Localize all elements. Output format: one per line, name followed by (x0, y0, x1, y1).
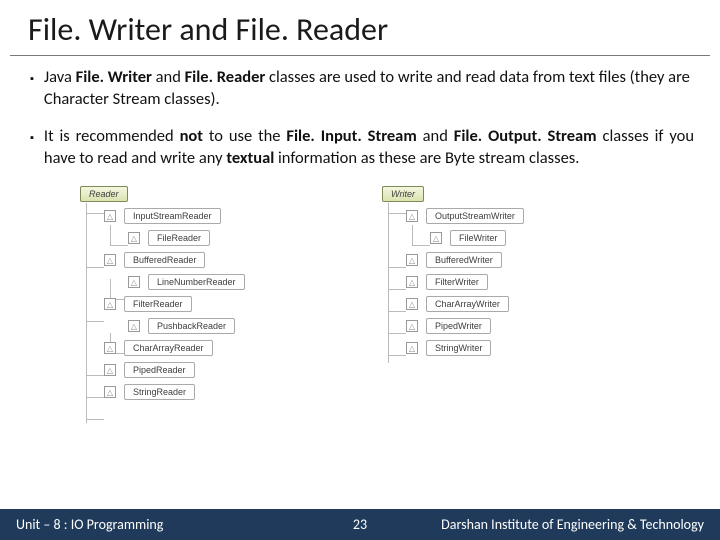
slide-title: File. Writer and File. Reader (10, 0, 710, 56)
inherit-icon: △ (104, 386, 116, 398)
class-box: FileWriter (450, 230, 506, 246)
class-box: CharArrayWriter (426, 296, 509, 312)
class-box: LineNumberReader (148, 274, 245, 290)
class-box: PushbackReader (148, 318, 235, 334)
slide-footer: Unit – 8 : IO Programming 23 Darshan Ins… (0, 509, 720, 540)
inherit-icon: △ (104, 210, 116, 222)
class-box: OutputStreamWriter (426, 208, 524, 224)
inherit-icon: △ (406, 276, 418, 288)
inherit-icon: △ (406, 342, 418, 354)
inherit-icon: △ (406, 254, 418, 266)
class-box: BufferedWriter (426, 252, 502, 268)
inherit-icon: △ (406, 210, 418, 222)
inherit-icon: △ (128, 276, 140, 288)
writer-tree: Writer △ OutputStreamWriter △ FileWriter △… (382, 183, 642, 403)
inherit-icon: △ (104, 342, 116, 354)
class-box: BufferedReader (124, 252, 205, 268)
slide-body: ▪ Java File. Writer and File. Reader cla… (0, 66, 720, 403)
inherit-icon: △ (406, 320, 418, 332)
inherit-icon: △ (128, 232, 140, 244)
bullet-2: ▪ It is recommended not to use the File.… (30, 125, 694, 170)
inherit-icon: △ (406, 298, 418, 310)
footer-page-number: 23 (353, 516, 367, 533)
class-hierarchy-diagram: Reader △ InputStreamReader △ FileReader △ B… (80, 183, 694, 403)
bullet-1-text: Java File. Writer and File. Reader class… (44, 66, 694, 111)
footer-unit: Unit – 8 : IO Programming (16, 516, 163, 533)
class-box: Writer (382, 186, 424, 202)
bullet-2-text: It is recommended not to use the File. I… (44, 125, 694, 170)
class-box: FileReader (148, 230, 210, 246)
inherit-icon: △ (104, 364, 116, 376)
class-box: StringWriter (426, 340, 491, 356)
bullet-1: ▪ Java File. Writer and File. Reader cla… (30, 66, 694, 111)
inherit-icon: △ (128, 320, 140, 332)
reader-tree: Reader △ InputStreamReader △ FileReader △ B… (80, 183, 340, 403)
inherit-icon: △ (104, 254, 116, 266)
class-box: FilterReader (124, 296, 192, 312)
class-box: PipedWriter (426, 318, 491, 334)
inherit-icon: △ (430, 232, 442, 244)
class-box: PipedReader (124, 362, 195, 378)
bullet-marker: ▪ (30, 66, 34, 111)
bullet-marker: ▪ (30, 125, 34, 170)
class-box: FilterWriter (426, 274, 488, 290)
inherit-icon: △ (104, 298, 116, 310)
footer-org: Darshan Institute of Engineering & Techn… (441, 516, 704, 533)
class-box: InputStreamReader (124, 208, 221, 224)
class-box: Reader (80, 186, 128, 202)
class-box: CharArrayReader (124, 340, 213, 356)
class-box: StringReader (124, 384, 195, 400)
